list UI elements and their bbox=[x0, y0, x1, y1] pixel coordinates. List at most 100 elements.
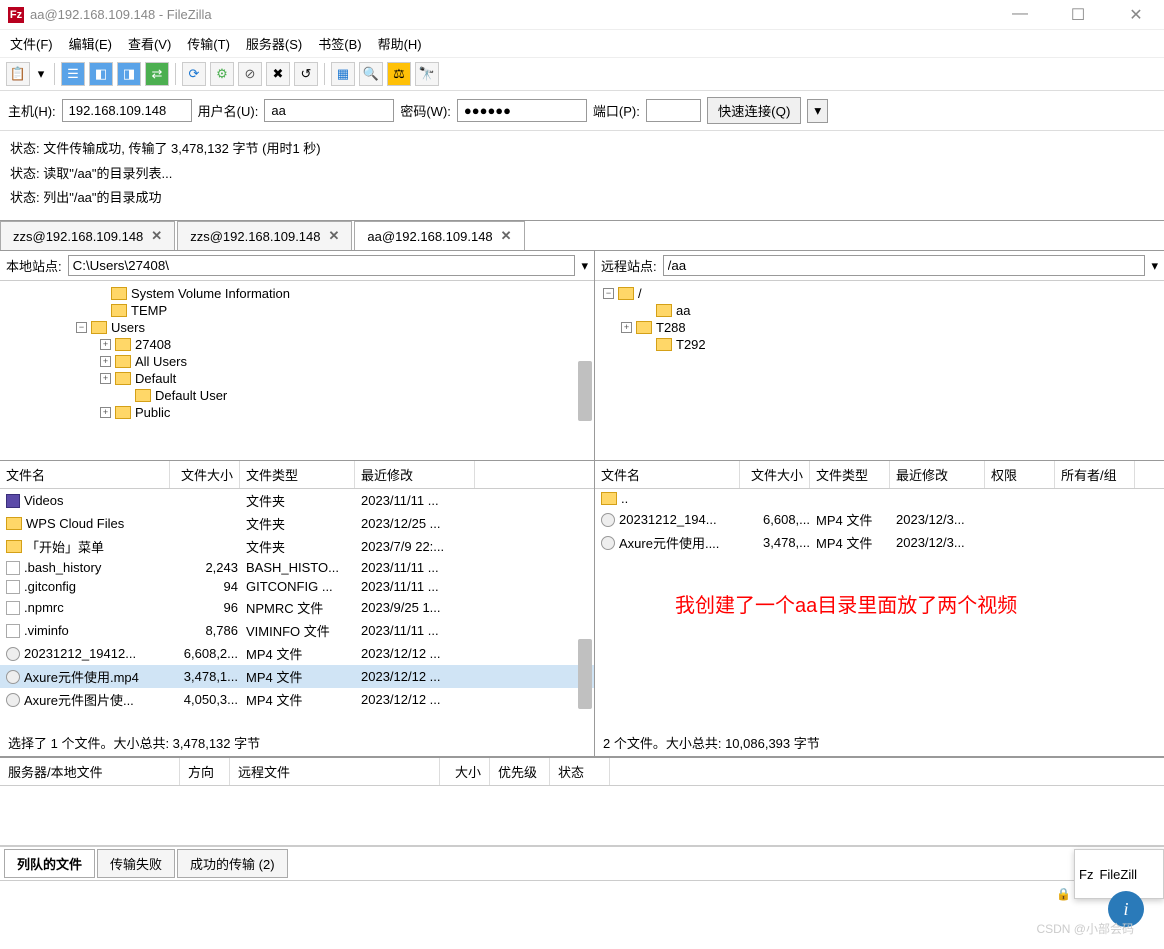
minimize-button[interactable]: — bbox=[1000, 5, 1040, 25]
message-log[interactable]: 状态: 文件传输成功, 传输了 3,478,132 字节 (用时1 秒) 状态:… bbox=[0, 131, 1164, 221]
expander-icon[interactable]: + bbox=[621, 322, 632, 333]
tree-item[interactable]: aa bbox=[595, 302, 1164, 319]
expander-icon[interactable]: + bbox=[100, 339, 111, 350]
tree-item[interactable]: +T288 bbox=[595, 319, 1164, 336]
file-row[interactable]: .. bbox=[595, 489, 1164, 508]
remote-file-list[interactable]: ..20231212_194...6,608,...MP4 文件2023/12/… bbox=[595, 489, 1164, 729]
folder-icon bbox=[115, 355, 131, 368]
tree-item[interactable]: TEMP bbox=[0, 302, 594, 319]
tree-label: 27408 bbox=[135, 337, 171, 352]
toggle-local-tree-icon[interactable]: ◧ bbox=[89, 62, 113, 86]
process-queue-icon[interactable]: ⚙ bbox=[210, 62, 234, 86]
tree-item[interactable]: Default User bbox=[0, 387, 594, 404]
file-row[interactable]: .gitconfig94GITCONFIG ...2023/11/11 ... bbox=[0, 577, 594, 596]
tab-close-icon[interactable]: ✕ bbox=[151, 228, 162, 244]
close-button[interactable]: ✕ bbox=[1116, 5, 1156, 25]
queue-body[interactable] bbox=[0, 786, 1164, 846]
folder-icon bbox=[6, 540, 22, 553]
local-tree[interactable]: System Volume InformationTEMP−Users+2740… bbox=[0, 281, 594, 461]
local-file-list[interactable]: Videos文件夹2023/11/11 ...WPS Cloud Files文件… bbox=[0, 489, 594, 729]
menu-bar: 文件(F) 编辑(E) 查看(V) 传输(T) 服务器(S) 书签(B) 帮助(… bbox=[0, 30, 1164, 58]
local-file-header[interactable]: 文件名 文件大小 文件类型 最近修改 bbox=[0, 461, 594, 489]
tree-item[interactable]: +27408 bbox=[0, 336, 594, 353]
pass-input[interactable] bbox=[457, 99, 587, 122]
video-folder-icon bbox=[6, 494, 20, 508]
port-input[interactable] bbox=[646, 99, 701, 122]
file-row[interactable]: 「开始」菜单文件夹2023/7/9 22:... bbox=[0, 535, 594, 558]
expander-icon[interactable]: − bbox=[76, 322, 87, 333]
sitemanager-icon[interactable]: 📋 bbox=[6, 62, 30, 86]
local-site-input[interactable] bbox=[68, 255, 576, 276]
tab-close-icon[interactable]: ✕ bbox=[501, 228, 512, 244]
menu-file[interactable]: 文件(F) bbox=[10, 34, 53, 53]
menu-edit[interactable]: 编辑(E) bbox=[69, 34, 112, 53]
file-row[interactable]: Axure元件使用.mp43,478,1...MP4 文件2023/12/12 … bbox=[0, 665, 594, 688]
expander-icon[interactable]: + bbox=[100, 373, 111, 384]
folder-icon bbox=[656, 304, 672, 317]
toggle-log-icon[interactable]: ☰ bbox=[61, 62, 85, 86]
file-row[interactable]: .npmrc96NPMRC 文件2023/9/25 1... bbox=[0, 596, 594, 619]
folder-icon bbox=[115, 406, 131, 419]
file-row[interactable]: .bash_history2,243BASH_HISTO...2023/11/1… bbox=[0, 558, 594, 577]
reconnect-icon[interactable]: ↺ bbox=[294, 62, 318, 86]
dropdown-icon[interactable]: ▾ bbox=[34, 62, 48, 86]
toggle-remote-tree-icon[interactable]: ◨ bbox=[117, 62, 141, 86]
file-row[interactable]: 20231212_19412...6,608,2...MP4 文件2023/12… bbox=[0, 642, 594, 665]
folder-icon bbox=[115, 372, 131, 385]
tab-close-icon[interactable]: ✕ bbox=[329, 228, 340, 244]
queue-tab-queued[interactable]: 列队的文件 bbox=[4, 849, 95, 878]
dropdown-icon[interactable]: ▾ bbox=[1151, 258, 1158, 274]
tree-item[interactable]: +Public bbox=[0, 404, 594, 421]
queue-tab-success[interactable]: 成功的传输 (2) bbox=[177, 849, 288, 878]
app-logo-icon: Fz bbox=[1079, 867, 1093, 882]
menu-server[interactable]: 服务器(S) bbox=[246, 34, 302, 53]
tree-item[interactable]: +All Users bbox=[0, 353, 594, 370]
menu-bookmarks[interactable]: 书签(B) bbox=[318, 34, 361, 53]
disconnect-icon[interactable]: ✖ bbox=[266, 62, 290, 86]
tree-item[interactable]: −Users bbox=[0, 319, 594, 336]
watermark: CSDN @小部会码 bbox=[1036, 920, 1134, 937]
quickconnect-dropdown[interactable]: ▾ bbox=[807, 99, 828, 123]
file-row[interactable]: Videos文件夹2023/11/11 ... bbox=[0, 489, 594, 512]
menu-transfer[interactable]: 传输(T) bbox=[187, 34, 230, 53]
connection-tab[interactable]: zzs@192.168.109.148✕ bbox=[177, 221, 352, 250]
dropdown-icon[interactable]: ▾ bbox=[581, 258, 588, 274]
toggle-queue-icon[interactable]: ⇄ bbox=[145, 62, 169, 86]
scrollbar-thumb[interactable] bbox=[578, 361, 592, 421]
folder-icon bbox=[91, 321, 107, 334]
menu-view[interactable]: 查看(V) bbox=[128, 34, 171, 53]
queue-tab-failed[interactable]: 传输失败 bbox=[97, 849, 175, 878]
host-input[interactable] bbox=[62, 99, 192, 122]
search-icon[interactable]: 🔍 bbox=[359, 62, 383, 86]
tree-item[interactable]: +Default bbox=[0, 370, 594, 387]
tree-item[interactable]: System Volume Information bbox=[0, 285, 594, 302]
connection-tab[interactable]: aa@192.168.109.148✕ bbox=[354, 221, 524, 250]
binoculars-icon[interactable]: 🔭 bbox=[415, 62, 439, 86]
compare-icon[interactable]: ⚖ bbox=[387, 62, 411, 86]
menu-help[interactable]: 帮助(H) bbox=[378, 34, 422, 53]
queue-header[interactable]: 服务器/本地文件 方向 远程文件 大小 优先级 状态 bbox=[0, 758, 1164, 786]
media-file-icon bbox=[601, 536, 615, 550]
cancel-icon[interactable]: ⊘ bbox=[238, 62, 262, 86]
file-row[interactable]: Axure元件图片使...4,050,3...MP4 文件2023/12/12 … bbox=[0, 688, 594, 711]
user-input[interactable] bbox=[264, 99, 394, 122]
refresh-icon[interactable]: ⟳ bbox=[182, 62, 206, 86]
file-row[interactable]: WPS Cloud Files文件夹2023/12/25 ... bbox=[0, 512, 594, 535]
maximize-button[interactable]: ☐ bbox=[1058, 5, 1098, 25]
tree-item[interactable]: −/ bbox=[595, 285, 1164, 302]
expander-icon[interactable]: + bbox=[100, 407, 111, 418]
filter-icon[interactable]: ▦ bbox=[331, 62, 355, 86]
file-row[interactable]: 20231212_194...6,608,...MP4 文件2023/12/3.… bbox=[595, 508, 1164, 531]
expander-icon[interactable]: − bbox=[603, 288, 614, 299]
quickconnect-button[interactable]: 快速连接(Q) bbox=[707, 97, 802, 124]
file-row[interactable]: .viminfo8,786VIMINFO 文件2023/11/11 ... bbox=[0, 619, 594, 642]
tree-item[interactable]: T292 bbox=[595, 336, 1164, 353]
remote-file-header[interactable]: 文件名 文件大小 文件类型 最近修改 权限 所有者/组 bbox=[595, 461, 1164, 489]
scrollbar-thumb[interactable] bbox=[578, 639, 592, 709]
file-row[interactable]: Axure元件使用....3,478,...MP4 文件2023/12/3... bbox=[595, 531, 1164, 554]
queue-tabs: 列队的文件 传输失败 成功的传输 (2) bbox=[0, 846, 1164, 880]
connection-tab[interactable]: zzs@192.168.109.148✕ bbox=[0, 221, 175, 250]
remote-site-input[interactable] bbox=[663, 255, 1146, 276]
remote-tree[interactable]: −/aa+T288T292 bbox=[595, 281, 1164, 461]
expander-icon[interactable]: + bbox=[100, 356, 111, 367]
